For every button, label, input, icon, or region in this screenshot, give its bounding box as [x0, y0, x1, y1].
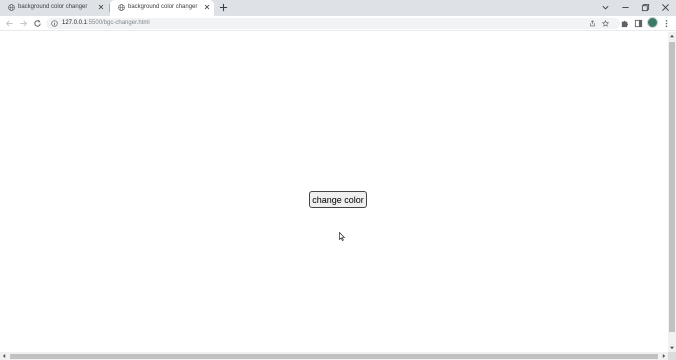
tab-strip: background color changer background colo… [0, 0, 676, 16]
close-icon[interactable] [661, 3, 670, 12]
change-color-button[interactable]: change color [309, 191, 367, 208]
new-tab-icon[interactable] [219, 3, 228, 12]
scroll-left-arrow-icon[interactable] [1, 353, 7, 359]
tab-search-icon[interactable] [601, 3, 610, 12]
star-icon[interactable] [602, 20, 609, 27]
url-host: 127.0.0.1 [62, 20, 88, 26]
share-icon[interactable] [589, 20, 596, 27]
address-bar[interactable]: 127.0.0.1:5500/bgc-changer.html [46, 18, 620, 29]
restore-icon[interactable] [641, 3, 650, 12]
page-viewport: change color [0, 32, 668, 352]
globe-icon [118, 4, 125, 11]
scroll-up-arrow-icon[interactable] [669, 33, 675, 39]
info-icon[interactable] [51, 20, 58, 27]
tab-inactive[interactable]: background color changer [0, 0, 109, 16]
back-icon[interactable] [5, 19, 14, 28]
tab-active[interactable]: background color changer [110, 0, 214, 16]
url-text[interactable]: 127.0.0.1:5500/bgc-changer.html [62, 20, 150, 27]
scroll-down-arrow-icon[interactable] [669, 345, 675, 351]
minimize-icon[interactable] [621, 3, 630, 12]
profile-avatar[interactable] [647, 17, 658, 28]
globe-icon [8, 4, 15, 11]
close-tab-icon[interactable] [203, 3, 211, 11]
forward-icon[interactable] [19, 19, 28, 28]
reload-icon[interactable] [33, 19, 42, 28]
tab-title: background color changer [18, 4, 88, 10]
browser-toolbar: 127.0.0.1:5500/bgc-changer.html [0, 16, 676, 31]
extensions-icon[interactable] [620, 19, 629, 28]
mouse-cursor-icon [339, 232, 345, 241]
tab-title: background color changer [128, 4, 198, 10]
side-panel-icon[interactable] [634, 19, 643, 28]
horizontal-scroll-thumb[interactable] [10, 354, 658, 359]
url-path: :5500/bgc-changer.html [87, 20, 150, 26]
vertical-scroll-thumb[interactable] [669, 42, 675, 332]
scroll-right-arrow-icon[interactable] [661, 353, 667, 359]
scrollbar-corner [668, 352, 676, 360]
menu-icon[interactable] [662, 19, 671, 28]
close-tab-icon[interactable] [97, 3, 105, 11]
